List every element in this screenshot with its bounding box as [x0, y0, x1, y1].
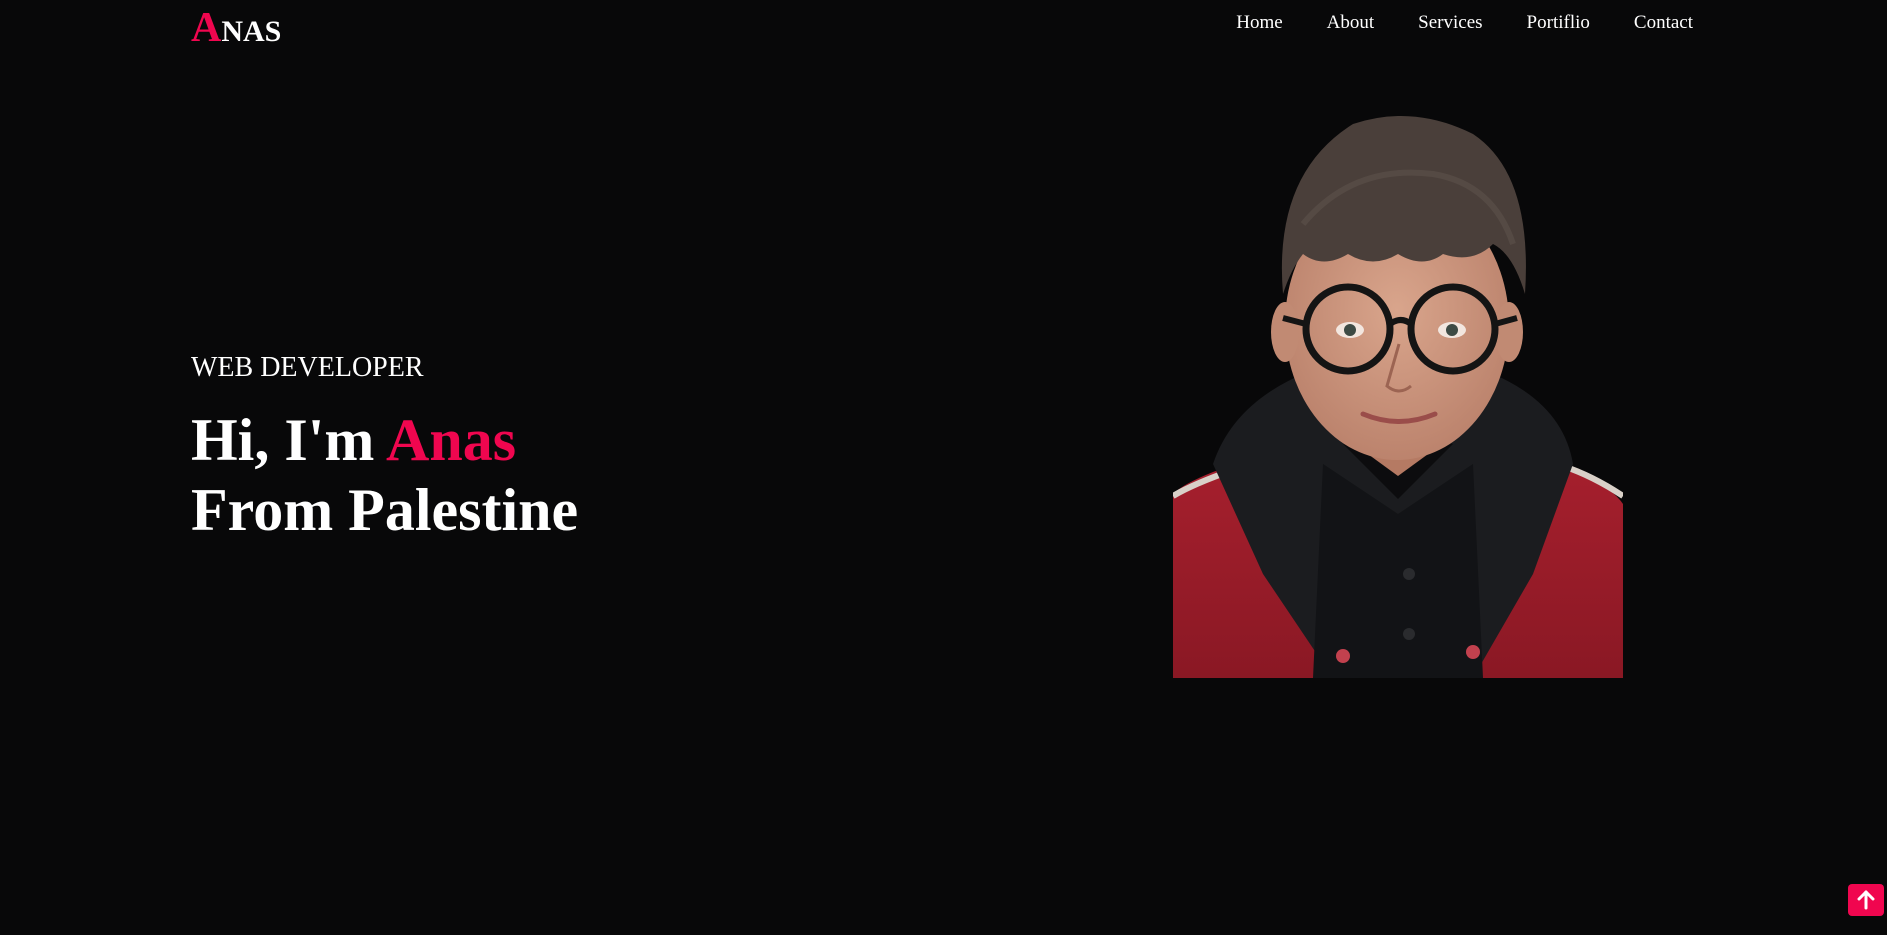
- nav-contact-link[interactable]: Contact: [1634, 8, 1693, 38]
- nav-portfolio-link[interactable]: Portiflio: [1527, 8, 1590, 38]
- logo-initial: A: [191, 5, 222, 51]
- nav-about-link[interactable]: About: [1327, 8, 1375, 38]
- hero-name: Anas: [386, 407, 517, 473]
- arrow-up-icon: [1857, 890, 1875, 910]
- nav-services-link[interactable]: Services: [1418, 8, 1482, 38]
- hero-subtitle: WEB DEVELOPER: [191, 352, 424, 383]
- nav-home-link[interactable]: Home: [1236, 8, 1282, 38]
- hero-greeting: Hi, I'm: [191, 407, 375, 473]
- back-to-top-button[interactable]: [1848, 884, 1884, 916]
- logo-text: NAS: [221, 15, 282, 48]
- logo[interactable]: A NAS: [191, 4, 282, 51]
- hero-title: Hi, I'm Anas From Palestine: [191, 405, 578, 545]
- main-nav: Home About Services Portiflio Contact: [1236, 8, 1693, 38]
- profile-photo: [1173, 104, 1623, 678]
- hero-origin: From Palestine: [191, 477, 579, 543]
